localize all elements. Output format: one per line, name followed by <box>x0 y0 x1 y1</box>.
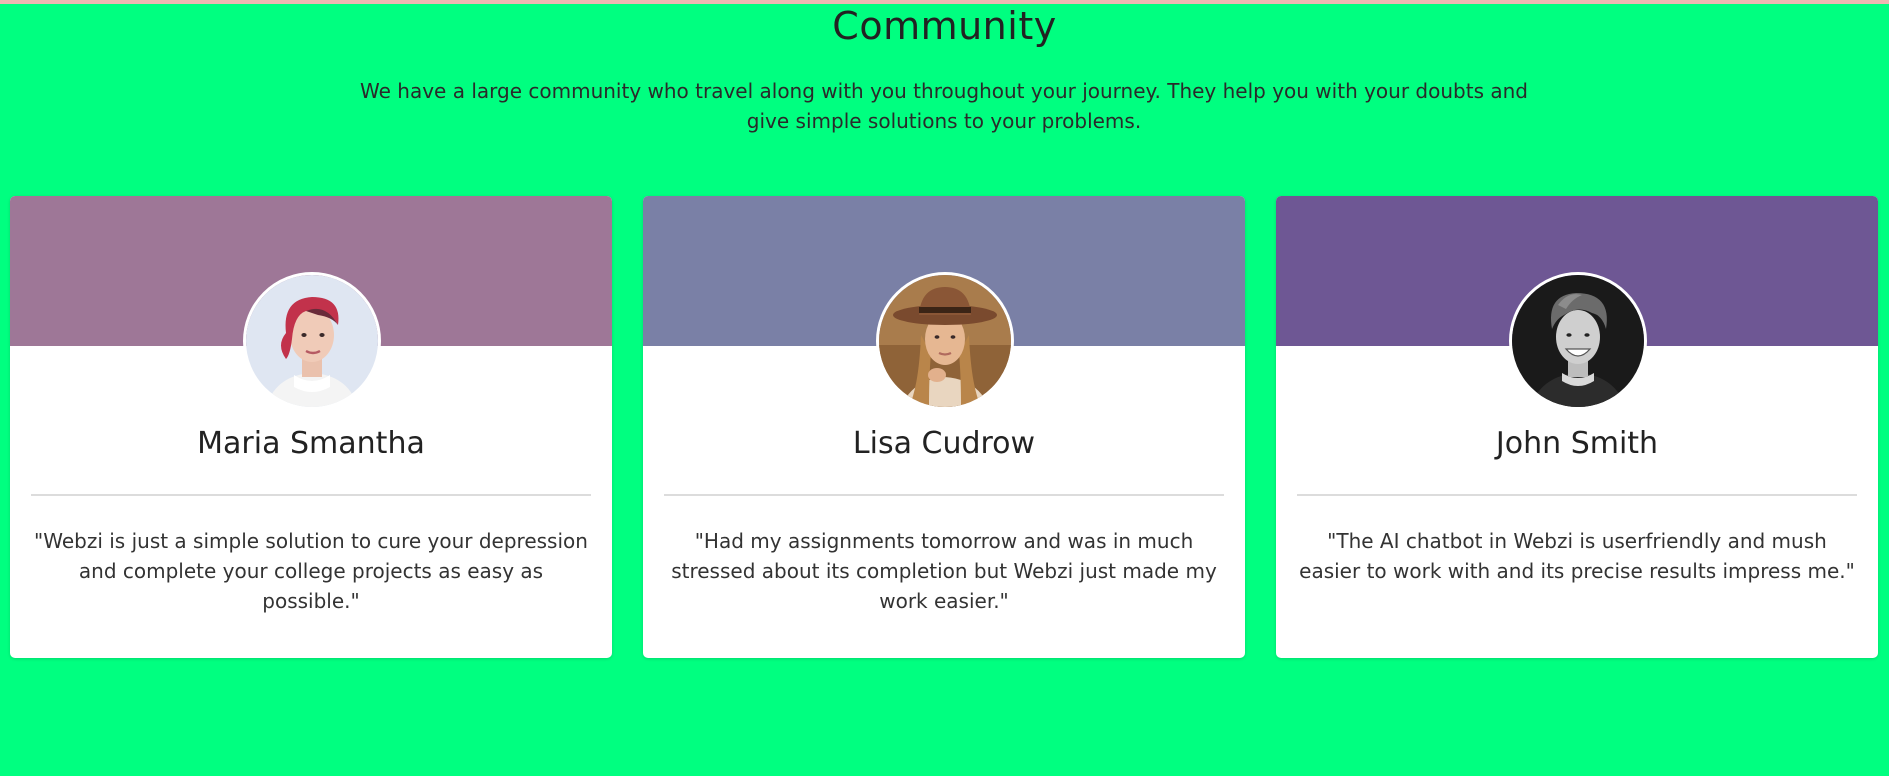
testimonial-card: John Smith "The AI chatbot in Webzi is u… <box>1276 196 1878 658</box>
card-quote: "Had my assignments tomorrow and was in … <box>671 529 1217 613</box>
card-name: Lisa Cudrow <box>852 426 1036 461</box>
card-quote: "The AI chatbot in Webzi is userfriendly… <box>1299 529 1855 583</box>
testimonial-cards: Maria Smantha "Webzi is just a simple so… <box>10 196 1880 658</box>
testimonial-card: Maria Smantha "Webzi is just a simple so… <box>10 196 612 658</box>
section-description: We have a large community who travel alo… <box>360 79 1528 133</box>
card-quote: "Webzi is just a simple solution to cure… <box>34 529 588 613</box>
section-title: Community <box>832 4 1057 48</box>
card-name: Maria Smantha <box>197 426 425 461</box>
card-name: John Smith <box>1495 426 1659 461</box>
woman-hat-portrait-icon <box>876 272 1014 410</box>
man-portrait-icon <box>1509 272 1647 410</box>
woman-portrait-icon <box>243 272 381 410</box>
card-divider <box>664 494 1224 496</box>
card-divider <box>1297 494 1857 496</box>
card-divider <box>31 494 591 496</box>
testimonial-card: Lisa Cudrow "Had my assignments tomorrow… <box>643 196 1245 658</box>
